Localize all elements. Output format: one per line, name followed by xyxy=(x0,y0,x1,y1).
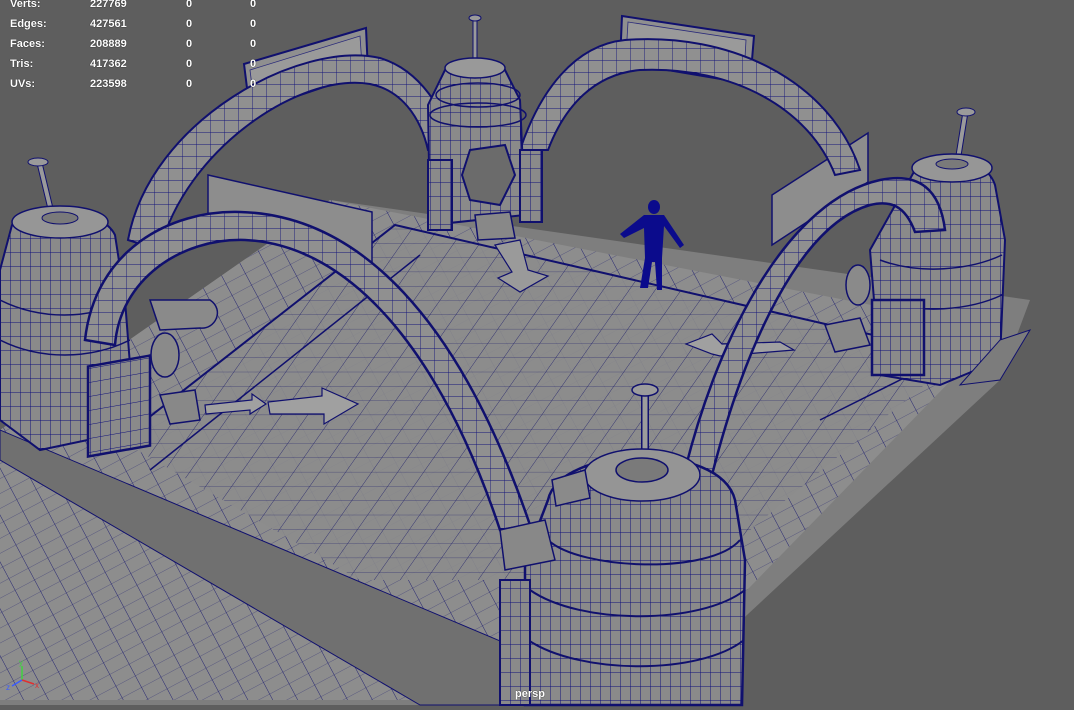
hud-label: Faces: xyxy=(10,38,45,50)
poly-count-hud: Verts: 227769 0 0 Edges: 427561 0 0 Face… xyxy=(10,0,270,94)
hud-row-faces: Faces: 208889 0 0 xyxy=(10,34,270,54)
hud-total: 427561 xyxy=(90,18,127,30)
scene-3d-wireframe[interactable] xyxy=(0,0,1074,710)
hud-selected: 0 xyxy=(186,78,193,90)
hud-row-edges: Edges: 427561 0 0 xyxy=(10,14,270,34)
hud-selected: 0 xyxy=(186,58,193,70)
hud-row-verts: Verts: 227769 0 0 xyxy=(10,0,270,14)
hud-label: Edges: xyxy=(10,18,47,30)
hud-selected: 0 xyxy=(186,18,193,30)
hud-row-uvs: UVs: 223598 0 0 xyxy=(10,74,270,94)
hud-row-tris: Tris: 417362 0 0 xyxy=(10,54,270,74)
hud-selected: 0 xyxy=(186,0,193,10)
axis-gizmo-icon: y x z xyxy=(6,658,39,692)
axis-z-label: z xyxy=(6,683,10,692)
hud-component: 0 xyxy=(250,38,257,50)
hud-label: Tris: xyxy=(10,58,34,70)
hud-component: 0 xyxy=(250,18,257,30)
hud-selected: 0 xyxy=(186,38,193,50)
hud-label: Verts: xyxy=(10,0,41,10)
tower-back xyxy=(426,14,543,241)
axis-y-label: y xyxy=(19,658,23,667)
hud-total: 223598 xyxy=(90,78,127,90)
maya-viewport[interactable]: Verts: 227769 0 0 Edges: 427561 0 0 Face… xyxy=(0,0,1074,710)
hud-component: 0 xyxy=(250,58,257,70)
hud-component: 0 xyxy=(250,78,257,90)
hud-total: 227769 xyxy=(90,0,127,10)
hud-component: 0 xyxy=(250,0,257,10)
axis-x-label: x xyxy=(35,681,39,690)
hud-total: 208889 xyxy=(90,38,127,50)
hud-total: 417362 xyxy=(90,58,127,70)
arch-back-right xyxy=(518,38,862,177)
camera-name-label: persp xyxy=(515,688,545,700)
hud-label: UVs: xyxy=(10,78,36,90)
